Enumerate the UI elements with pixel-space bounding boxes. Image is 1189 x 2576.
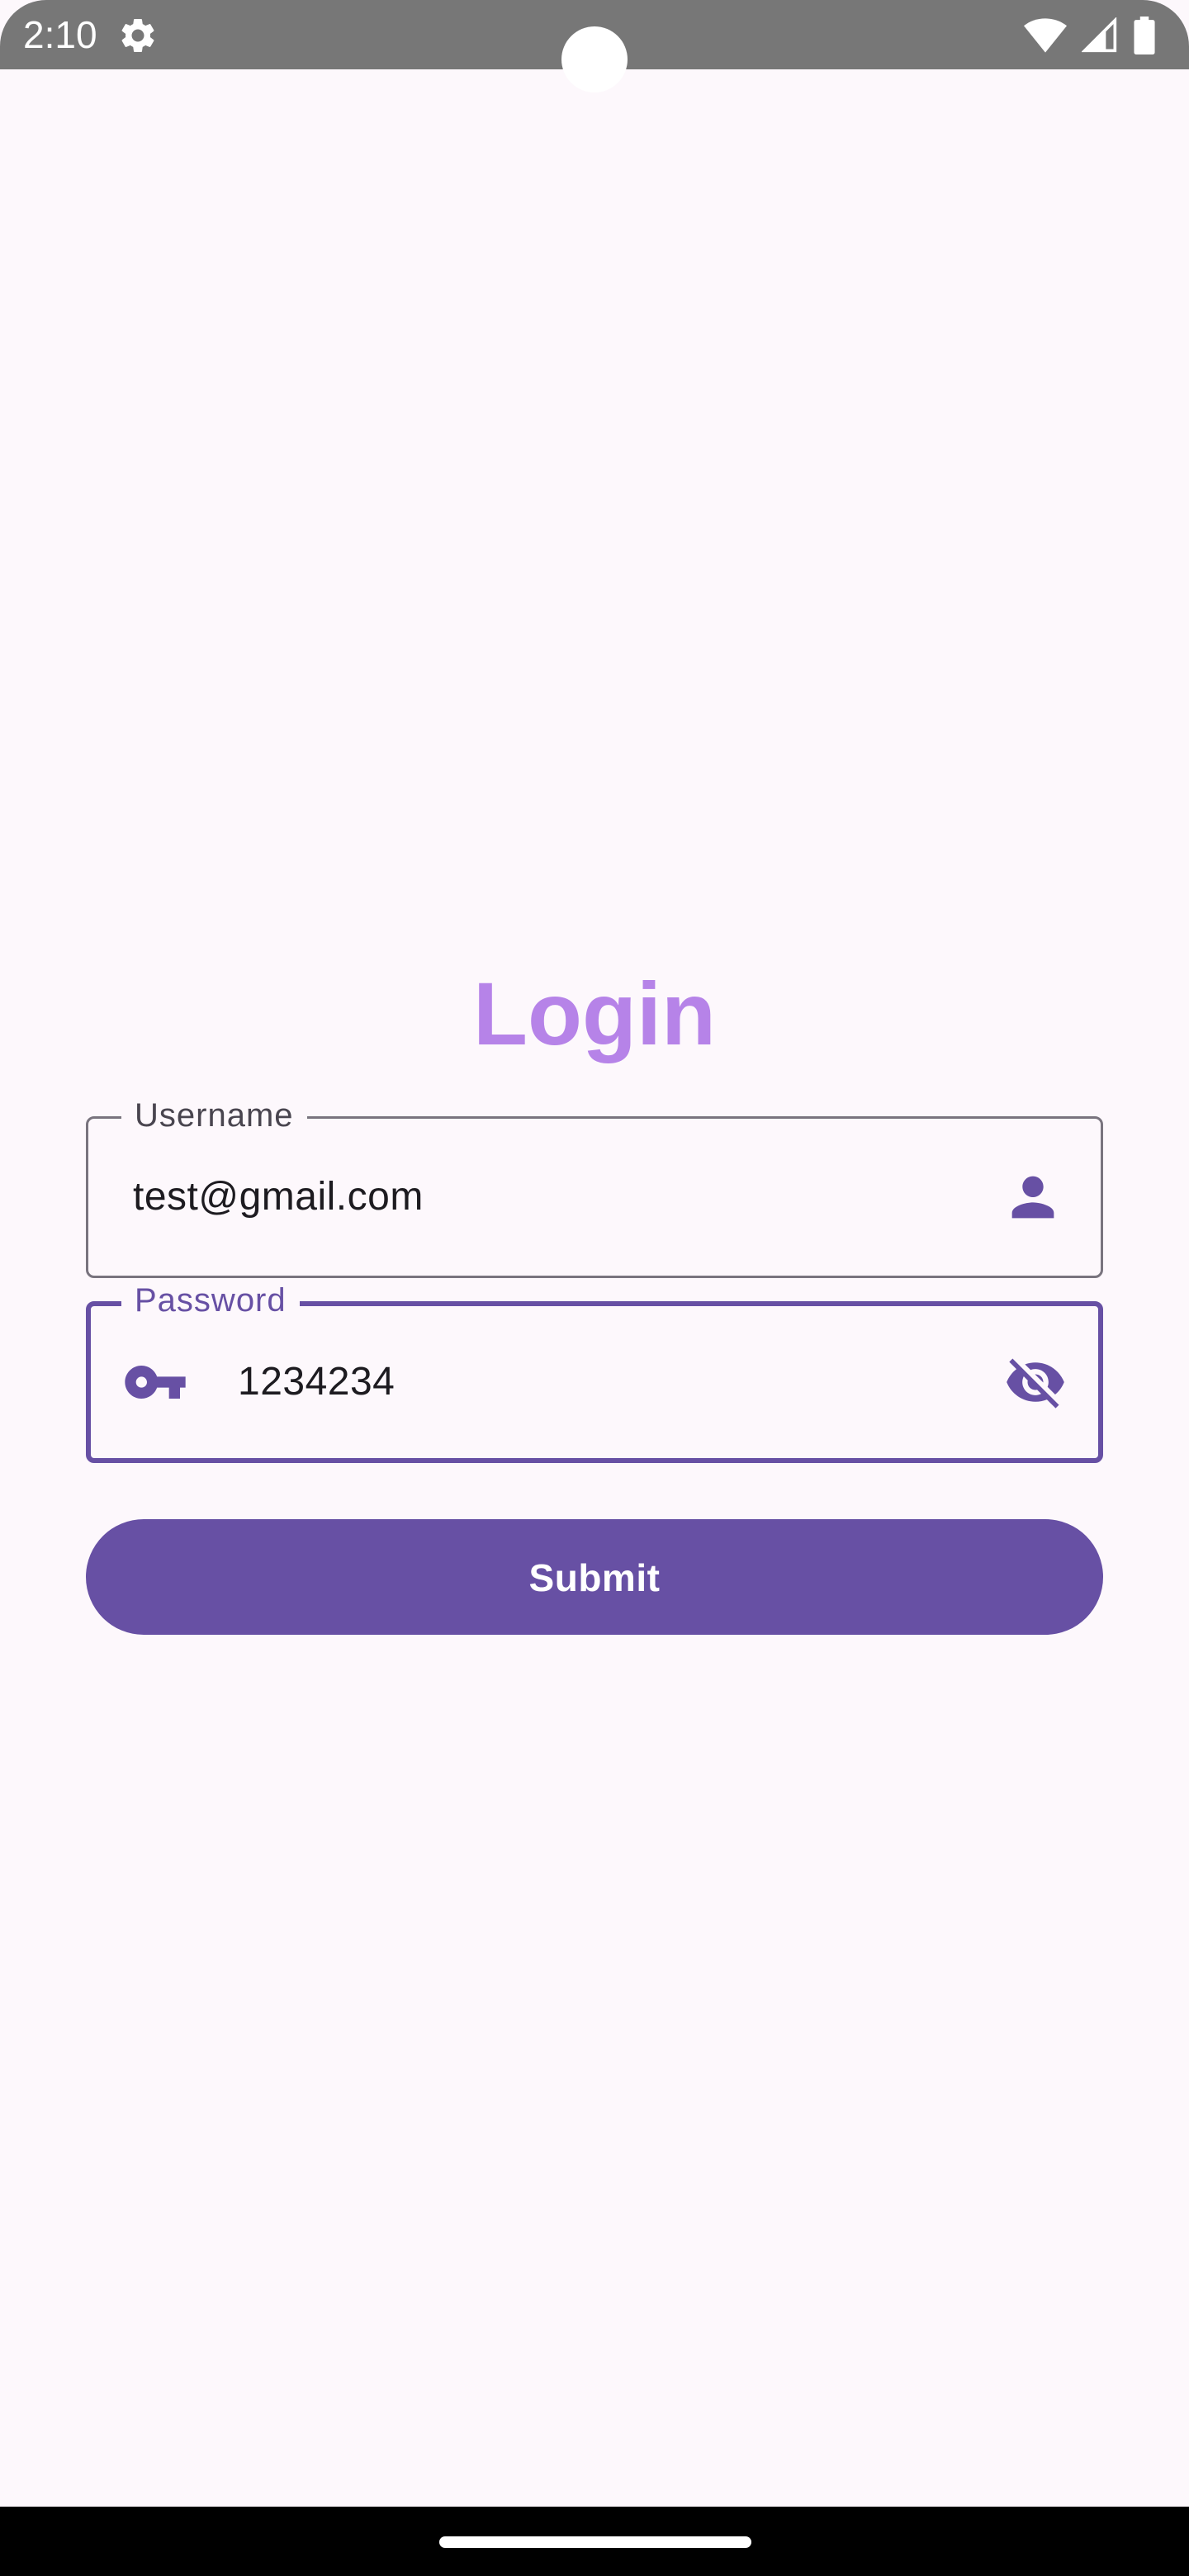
key-icon (125, 1366, 186, 1399)
gear-icon (121, 18, 154, 52)
password-label: Password (121, 1279, 300, 1322)
navigation-bar (0, 2507, 1189, 2576)
battery-icon (1134, 17, 1155, 54)
page-title: Login (473, 964, 716, 1063)
status-time: 2:10 (23, 13, 97, 56)
password-field[interactable]: Password 1234234 (86, 1279, 1103, 1463)
signal-icon (1082, 17, 1117, 53)
status-bar: 2:10 (0, 0, 1189, 92)
username-field[interactable]: Username test@gmail.com (86, 1094, 1103, 1278)
wifi-icon (1024, 18, 1067, 53)
password-input[interactable]: 1234234 (238, 1357, 395, 1407)
username-input[interactable]: test@gmail.com (133, 1172, 424, 1222)
username-label: Username (121, 1094, 307, 1137)
person-icon (1011, 1176, 1054, 1219)
visibility-off-icon[interactable] (1004, 1351, 1067, 1413)
submit-button[interactable]: Submit (86, 1519, 1103, 1635)
home-gesture-handle[interactable] (439, 2536, 751, 2548)
login-screen: 2:10 Login Username test@gmail.com Passw… (0, 0, 1189, 2576)
camera-cutout (561, 26, 628, 92)
status-icons (1024, 15, 1156, 56)
